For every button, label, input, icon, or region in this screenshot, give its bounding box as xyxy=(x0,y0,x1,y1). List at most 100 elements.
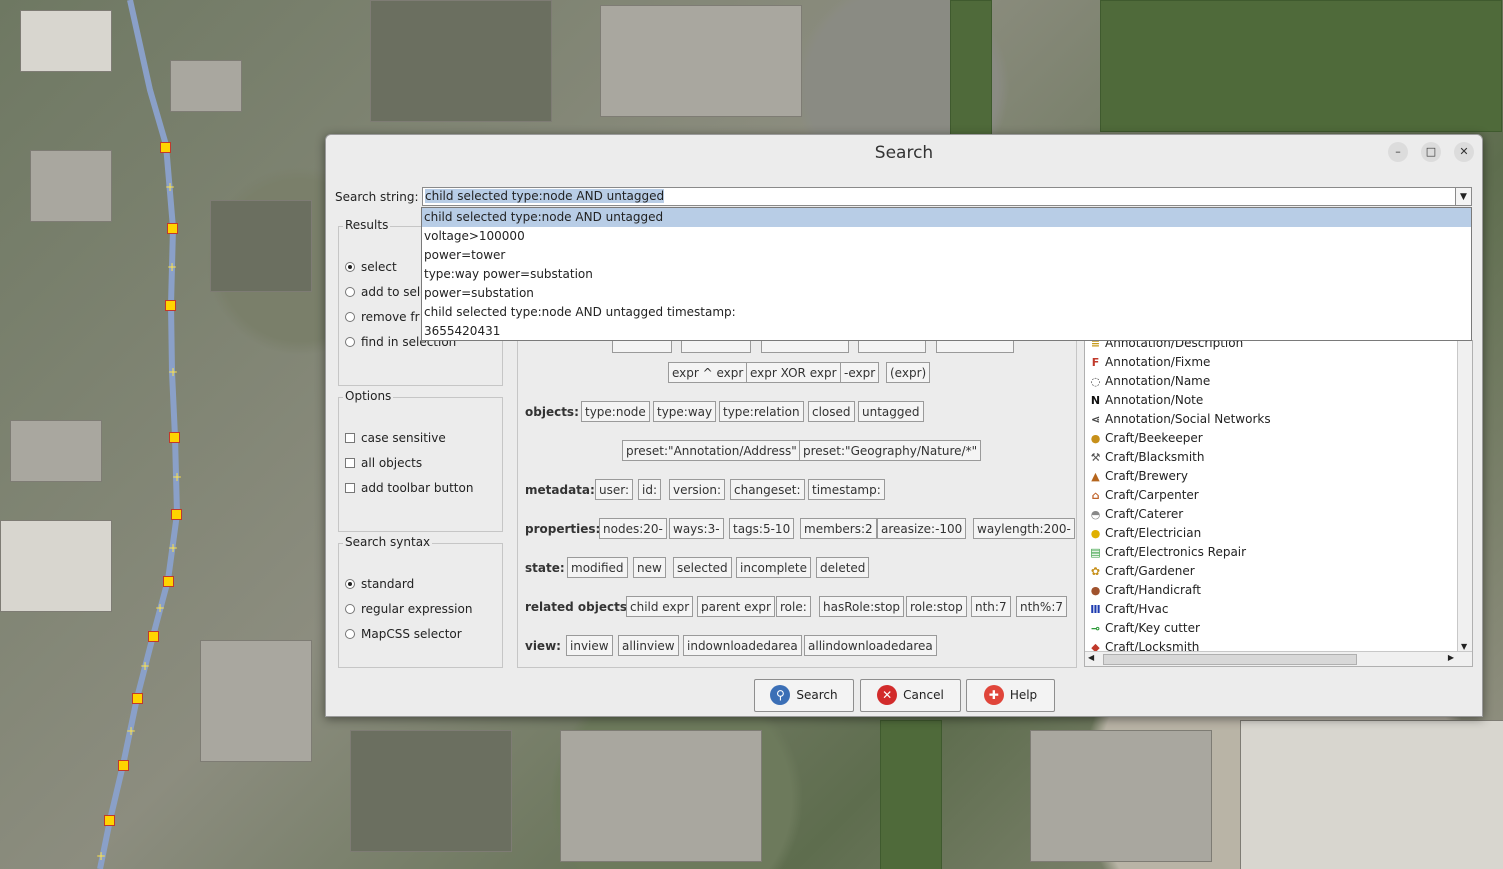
way-node[interactable] xyxy=(148,631,159,642)
preset-list-item[interactable]: ⋖ Annotation/Social Networks xyxy=(1089,410,1271,429)
preset-list-item[interactable]: Ⅲ Craft/Hvac xyxy=(1089,600,1168,619)
way-node[interactable] xyxy=(118,760,129,771)
hint-chip-hidden[interactable] xyxy=(681,340,751,353)
untagged-node-marker[interactable]: + xyxy=(155,602,165,614)
minimize-button[interactable]: – xyxy=(1388,142,1408,162)
preset-list-item[interactable]: ⊸ Craft/Key cutter xyxy=(1089,619,1200,638)
untagged-node-marker[interactable]: + xyxy=(172,471,182,483)
checkbox-all-objects[interactable]: all objects xyxy=(345,455,422,471)
history-dropdown-button[interactable]: ▼ xyxy=(1455,187,1472,206)
hint-chip-indownloadedarea[interactable]: indownloadedarea xyxy=(683,635,802,656)
preset-list-item[interactable]: ⚒ Craft/Blacksmith xyxy=(1089,448,1205,467)
history-item[interactable]: type:way power=substation xyxy=(422,265,1471,284)
hint-chip-role[interactable]: role: xyxy=(776,596,811,617)
way-node[interactable] xyxy=(104,815,115,826)
radio-regular-expression[interactable]: regular expression xyxy=(345,601,472,617)
hint-chip-nth[interactable]: nth:7 xyxy=(971,596,1011,617)
radio-standard[interactable]: standard xyxy=(345,576,414,592)
hint-chip-id[interactable]: id: xyxy=(638,479,661,500)
scroll-left-icon[interactable]: ◀ xyxy=(1088,653,1094,662)
history-item[interactable]: power=tower xyxy=(422,246,1471,265)
preset-list-item[interactable]: F Annotation/Fixme xyxy=(1089,353,1211,372)
hint-chip-version[interactable]: version: xyxy=(669,479,725,500)
preset-list-item[interactable]: ⌂ Craft/Carpenter xyxy=(1089,486,1199,505)
hint-chip-new[interactable]: new xyxy=(633,557,666,578)
hint-chip-untagged[interactable]: untagged xyxy=(858,401,924,422)
vertical-scrollbar[interactable]: ▼ xyxy=(1457,341,1472,653)
radio-remove-from-selection[interactable]: remove fr xyxy=(345,309,420,325)
untagged-node-marker[interactable]: + xyxy=(165,181,175,193)
search-button[interactable]: ⚲ Search xyxy=(754,679,854,712)
way-node[interactable] xyxy=(167,223,178,234)
cancel-button[interactable]: ✕ Cancel xyxy=(860,679,961,712)
hint-chip-type-relation[interactable]: type:relation xyxy=(719,401,804,422)
hint-chip-type-way[interactable]: type:way xyxy=(653,401,717,422)
untagged-node-marker[interactable]: + xyxy=(126,725,136,737)
hint-chip-deleted[interactable]: deleted xyxy=(816,557,870,578)
hint-chip-nodes[interactable]: nodes:20- xyxy=(599,518,667,539)
preset-list-item[interactable]: ◓ Craft/Caterer xyxy=(1089,505,1184,524)
preset-list[interactable]: ≡ Annotation/Description F Annotation/Fixme… xyxy=(1084,340,1473,667)
preset-list-item[interactable]: ● Craft/Electrician xyxy=(1089,524,1202,543)
preset-list-item[interactable]: ◌ Annotation/Name xyxy=(1089,372,1211,391)
hint-chip-allindownloadedarea[interactable]: allindownloadedarea xyxy=(804,635,937,656)
hint-chip-hidden[interactable] xyxy=(936,340,1014,353)
untagged-node-marker[interactable]: + xyxy=(167,261,177,273)
checkbox-add-toolbar-button[interactable]: add toolbar button xyxy=(345,480,473,496)
hint-chip-role-stop[interactable]: role:stop xyxy=(906,596,967,617)
history-item[interactable]: voltage>100000 xyxy=(422,227,1471,246)
hint-chip-timestamp[interactable]: timestamp: xyxy=(808,479,885,500)
scroll-thumb[interactable] xyxy=(1103,654,1357,665)
preset-list-item[interactable]: ● Craft/Beekeeper xyxy=(1089,429,1203,448)
hint-chip-hidden[interactable] xyxy=(612,340,672,353)
untagged-node-marker[interactable]: + xyxy=(168,366,178,378)
hint-chip-incomplete[interactable]: incomplete xyxy=(736,557,811,578)
untagged-node-marker[interactable]: + xyxy=(96,850,106,862)
history-item[interactable]: 3655420431 xyxy=(422,322,1471,341)
scroll-down-icon[interactable]: ▼ xyxy=(1461,642,1467,651)
history-item[interactable]: child selected type:node AND untagged xyxy=(422,208,1471,227)
hint-chip-preset-address[interactable]: preset:"Annotation/Address" xyxy=(622,440,801,461)
hint-chip-not[interactable]: -expr xyxy=(840,362,880,383)
hint-chip-allinview[interactable]: allinview xyxy=(618,635,679,656)
preset-list-item[interactable]: ● Craft/Handicraft xyxy=(1089,581,1201,600)
way-node[interactable] xyxy=(165,300,176,311)
history-item[interactable]: child selected type:node AND untagged ti… xyxy=(422,303,1471,322)
hint-chip-changeset[interactable]: changeset: xyxy=(730,479,805,500)
hint-chip-preset-geography[interactable]: preset:"Geography/Nature/*" xyxy=(799,440,982,461)
hint-chip-nth-mod[interactable]: nth%:7 xyxy=(1016,596,1067,617)
hint-chip-group[interactable]: (expr) xyxy=(886,362,931,383)
preset-list-item[interactable]: ▤ Craft/Electronics Repair xyxy=(1089,543,1246,562)
radio-mapcss-selector[interactable]: MapCSS selector xyxy=(345,626,462,642)
checkbox-case-sensitive[interactable]: case sensitive xyxy=(345,430,446,446)
hint-chip-ways[interactable]: ways:3- xyxy=(669,518,724,539)
hint-chip-modified[interactable]: modified xyxy=(567,557,628,578)
way-node[interactable] xyxy=(171,509,182,520)
preset-list-item[interactable]: N Annotation/Note xyxy=(1089,391,1203,410)
hint-chip-selected[interactable]: selected xyxy=(673,557,732,578)
untagged-node-marker[interactable]: + xyxy=(140,660,150,672)
way-node[interactable] xyxy=(169,432,180,443)
radio-add-to-selection[interactable]: add to sele xyxy=(345,284,428,300)
dialog-titlebar[interactable]: Search – □ ✕ xyxy=(326,135,1482,169)
hint-chip-parent[interactable]: parent expr xyxy=(697,596,775,617)
close-button[interactable]: ✕ xyxy=(1454,142,1474,162)
horizontal-scrollbar[interactable]: ◀ ▶ xyxy=(1085,651,1472,666)
help-button[interactable]: ✚ Help xyxy=(966,679,1055,712)
maximize-button[interactable]: □ xyxy=(1421,142,1441,162)
hint-chip-members[interactable]: members:2 xyxy=(800,518,877,539)
untagged-node-marker[interactable]: + xyxy=(168,542,178,554)
hint-chip-hidden[interactable] xyxy=(858,340,926,353)
hint-chip-waylength[interactable]: waylength:200- xyxy=(973,518,1075,539)
hint-chip-closed[interactable]: closed xyxy=(808,401,855,422)
way-node[interactable] xyxy=(132,693,143,704)
hint-chip-hasrole[interactable]: hasRole:stop xyxy=(819,596,905,617)
preset-list-item[interactable]: ✿ Craft/Gardener xyxy=(1089,562,1195,581)
hint-chip-child[interactable]: child expr xyxy=(626,596,694,617)
hint-chip-xor[interactable]: expr XOR expr xyxy=(746,362,841,383)
way-node[interactable] xyxy=(163,576,174,587)
preset-list-item[interactable]: ▲ Craft/Brewery xyxy=(1089,467,1188,486)
hint-chip-areasize[interactable]: areasize:-100 xyxy=(877,518,967,539)
scroll-right-icon[interactable]: ▶ xyxy=(1448,653,1454,662)
hint-chip-tags[interactable]: tags:5-10 xyxy=(729,518,795,539)
